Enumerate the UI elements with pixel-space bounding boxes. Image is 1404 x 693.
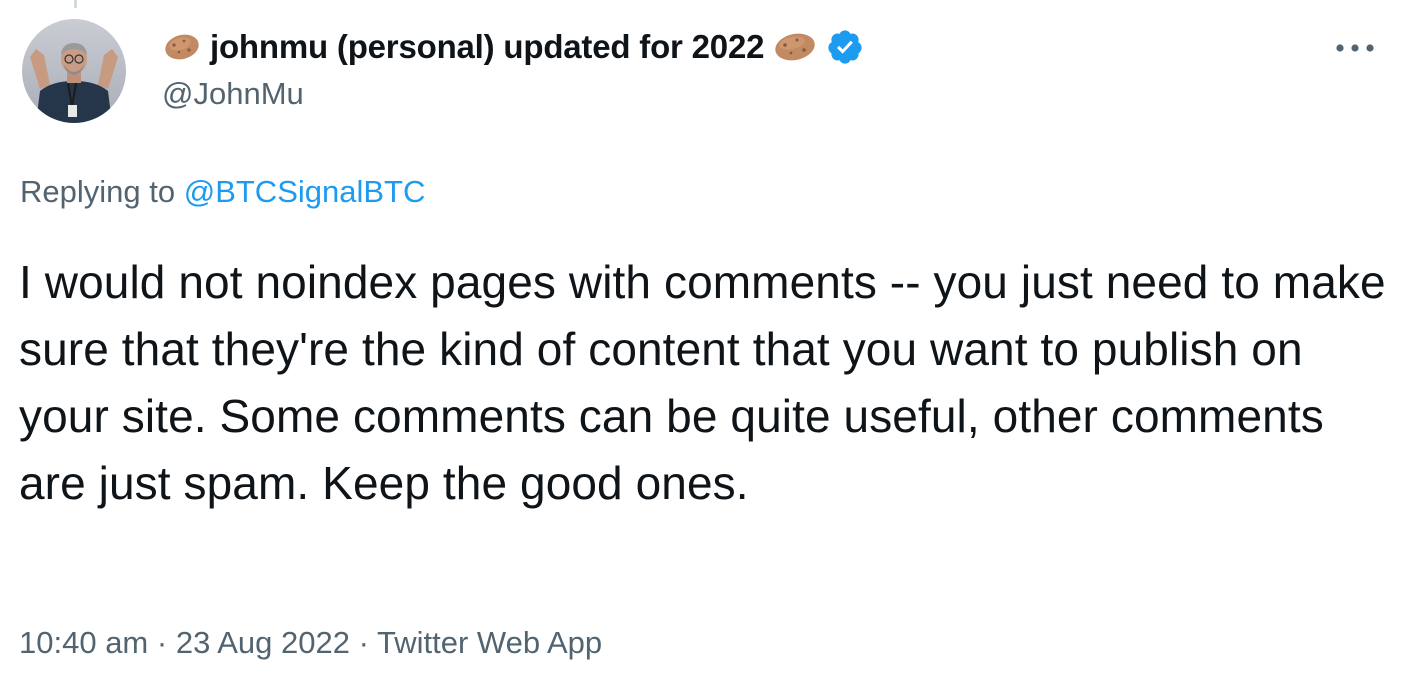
author-handle[interactable]: @JohnMu [162,76,304,112]
tweet-time-link[interactable]: 10:40 am [19,625,148,660]
tweet-source-link[interactable]: Twitter Web App [377,625,602,660]
replying-to-line: Replying to @BTCSignalBTC [20,174,425,210]
thread-connector-line [74,0,77,8]
meta-separator: · [156,625,168,660]
tweet-metadata: 10:40 am · 23 Aug 2022 · Twitter Web App [19,625,602,661]
replying-to-label: Replying to [20,174,176,209]
meta-separator: · [358,625,369,660]
verified-badge-icon [826,28,864,66]
avatar-photo [22,19,126,123]
author-name-row[interactable]: johnmu (personal) updated for 2022 [162,24,864,70]
reply-mention-link[interactable]: @BTCSignalBTC [184,174,426,209]
potato-emoji-icon [772,29,818,65]
tweet-text: I would not noindex pages with comments … [19,256,1386,509]
potato-emoji-icon [162,30,202,64]
author-display-name[interactable]: johnmu (personal) updated for 2022 [210,28,764,66]
tweet-date-link[interactable]: 23 Aug 2022 [176,625,350,660]
more-horizontal-icon[interactable] [1334,36,1376,60]
avatar[interactable] [22,19,126,123]
